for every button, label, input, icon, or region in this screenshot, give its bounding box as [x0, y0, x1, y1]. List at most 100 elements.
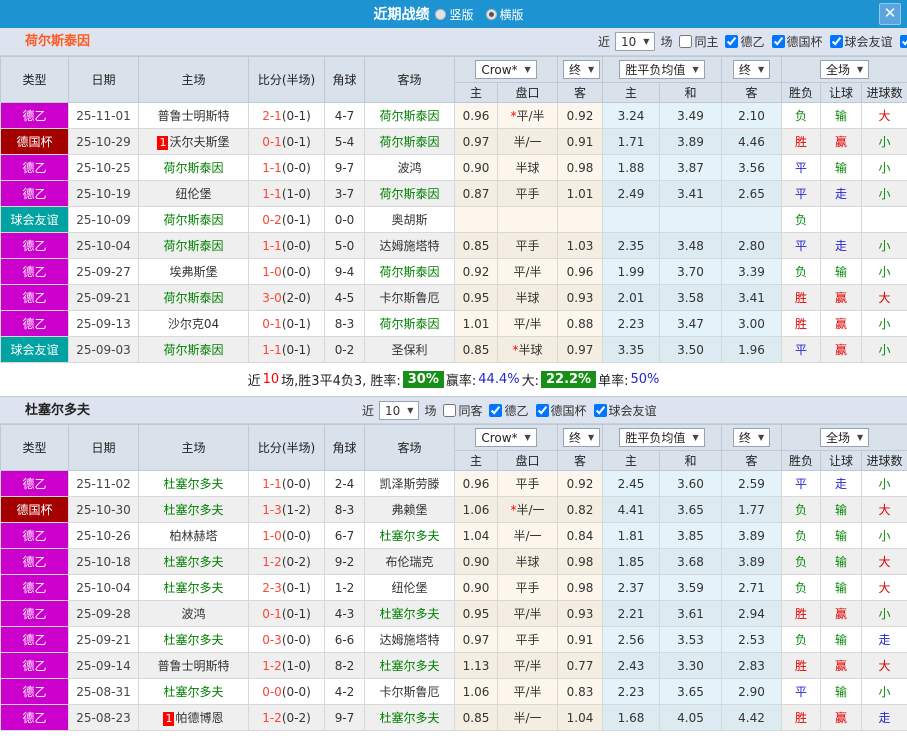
halftime-score: (0-1)	[281, 580, 311, 595]
final-odds-dropdown[interactable]: 终 ▼	[563, 428, 601, 447]
date-cell: 25-10-25	[68, 154, 139, 181]
avg-odds-dropdown[interactable]: 胜平负均值 ▼	[619, 60, 705, 79]
avg-draw-cell: 3.60	[658, 470, 723, 497]
chevron-down-icon: ▼	[856, 433, 864, 442]
fulltime-score: 1-2	[262, 658, 282, 673]
horizontal-layout-radio[interactable]	[485, 8, 497, 20]
away-odds-cell: 1.03	[557, 232, 603, 259]
league-filter[interactable]: 德国杯	[765, 33, 823, 50]
avg-away-cell: 2.94	[721, 600, 783, 627]
away-odds-cell: 0.92	[557, 470, 603, 497]
match-count-dropdown[interactable]: 10 ▼	[615, 32, 656, 51]
league-checkbox[interactable]	[535, 403, 549, 417]
final-avg-dropdown-cell: 终 ▼	[721, 424, 783, 451]
league-checkbox[interactable]	[489, 403, 503, 417]
league-checkbox[interactable]	[899, 34, 907, 48]
home-odds-cell: 1.04	[454, 522, 498, 549]
avg-away-cell: 2.80	[721, 232, 783, 259]
same-venue-filter[interactable]: 同主	[672, 33, 718, 50]
fullmatch-dropdown[interactable]: 全场 ▼	[819, 60, 870, 79]
score-cell: 1-1(0-1)	[248, 336, 325, 363]
avg-away-cell: 2.53	[721, 626, 783, 653]
wdl-result-cell: 负	[781, 496, 822, 523]
avg-away-cell: 4.42	[721, 704, 783, 731]
same-venue-checkbox[interactable]	[679, 35, 693, 48]
league-filter[interactable]: 德甲	[893, 33, 907, 50]
league-filter[interactable]: 德乙	[718, 33, 765, 50]
avg-dropdown-cell: 胜平负均值 ▼	[601, 424, 723, 451]
avg-home-cell: 1.81	[602, 522, 660, 549]
date-cell: 25-09-03	[68, 336, 139, 363]
win-rate-badge: 30%	[402, 371, 444, 388]
league-cell: 德乙	[0, 626, 69, 653]
same-venue-filter[interactable]: 同客	[436, 402, 482, 419]
score-cell: 1-2(1-0)	[248, 652, 325, 679]
team-label: 荷尔斯泰因	[379, 265, 440, 279]
league-filter[interactable]: 德乙	[482, 402, 529, 419]
over-rate-label: 大:	[521, 374, 539, 389]
team-label: 杜塞尔多夫	[163, 581, 224, 595]
final-avg-dropdown[interactable]: 终 ▼	[732, 428, 771, 447]
corner-cell: 9-4	[324, 258, 365, 285]
avg-odds-dropdown[interactable]: 胜平负均值 ▼	[619, 428, 705, 447]
fulltime-score: 2-1	[262, 108, 282, 123]
team-label: 荷尔斯泰因	[379, 135, 440, 149]
horizontal-layout-label[interactable]: 横版	[500, 6, 524, 23]
team-label: 达姆施塔特	[379, 239, 440, 253]
away-team-cell: 达姆施塔特	[364, 232, 455, 259]
vertical-layout-label[interactable]: 竖版	[449, 6, 473, 23]
league-checkbox[interactable]	[771, 34, 785, 48]
away-team-cell: 荷尔斯泰因	[364, 258, 455, 285]
final-odds-dropdown[interactable]: 终 ▼	[563, 60, 601, 79]
team-label: 荷尔斯泰因	[163, 213, 224, 227]
date-cell: 25-10-04	[68, 232, 139, 259]
team-label: 普鲁士明斯特	[157, 659, 230, 673]
bookmaker-dropdown[interactable]: Crow* ▼	[475, 428, 537, 447]
league-filter[interactable]: 德国杯	[529, 402, 587, 419]
fullmatch-dropdown[interactable]: 全场 ▼	[819, 428, 870, 447]
avg-home-cell	[602, 206, 660, 233]
live-star: *	[510, 109, 517, 123]
handicap-cell: 平/半	[497, 600, 558, 627]
league-checkbox[interactable]	[725, 34, 739, 48]
halftime-score: (0-0)	[281, 160, 311, 175]
league-filter[interactable]: 球会友谊	[823, 33, 893, 50]
final-avg-dropdown-cell: 终 ▼	[721, 56, 783, 83]
wdl-result-cell: 胜	[781, 704, 822, 731]
final-odds-dropdown-cell: 终 ▼	[557, 56, 603, 83]
vertical-layout-radio[interactable]	[435, 8, 447, 20]
date-cell: 25-10-18	[68, 548, 139, 575]
league-filter-label: 德国杯	[786, 34, 823, 49]
halftime-score: (2-0)	[281, 290, 311, 305]
avg-draw-cell: 3.47	[658, 310, 723, 337]
home-team-cell: 荷尔斯泰因	[138, 232, 249, 259]
fulltime-score: 1-1	[262, 186, 282, 201]
wdl-result-cell: 胜	[781, 600, 822, 627]
date-cell: 25-09-28	[68, 600, 139, 627]
same-venue-label: 同客	[458, 404, 483, 418]
league-checkbox[interactable]	[593, 403, 607, 417]
final-avg-dropdown[interactable]: 终 ▼	[732, 60, 771, 79]
match-count-value: 10	[385, 403, 401, 418]
close-button[interactable]: ✕	[879, 3, 901, 25]
home-odds-cell: 0.85	[454, 704, 498, 731]
sub-header-handicap: 盘口	[497, 450, 558, 471]
league-filter[interactable]: 球会友谊	[587, 402, 657, 419]
match-count-dropdown[interactable]: 10 ▼	[379, 401, 420, 420]
neutral-badge: 1	[157, 136, 169, 150]
away-odds-cell: 0.97	[557, 336, 603, 363]
bookmaker-dropdown[interactable]: Crow* ▼	[475, 60, 537, 79]
handicap-result-cell: 输	[820, 678, 863, 705]
match-row: 球会友谊 25-10-09 荷尔斯泰因 0-2(0-1) 0-0 奥胡斯负	[0, 206, 907, 233]
match-row: 德乙 25-09-13 沙尔克04 0-1(0-1) 8-3 荷尔斯泰因 1.01 平/半 0.…	[0, 310, 907, 337]
home-odds-cell: 1.13	[454, 652, 498, 679]
league-checkbox[interactable]	[829, 34, 843, 48]
wdl-result-cell: 平	[781, 180, 822, 207]
same-venue-checkbox[interactable]	[443, 404, 457, 417]
avg-home-cell: 2.37	[602, 574, 660, 601]
wdl-result-cell: 平	[781, 232, 822, 259]
wdl-result-cell: 负	[781, 522, 822, 549]
handicap-result-cell: 赢	[820, 704, 863, 731]
home-odds-cell: 0.85	[454, 336, 498, 363]
halftime-score: (0-0)	[281, 264, 311, 279]
